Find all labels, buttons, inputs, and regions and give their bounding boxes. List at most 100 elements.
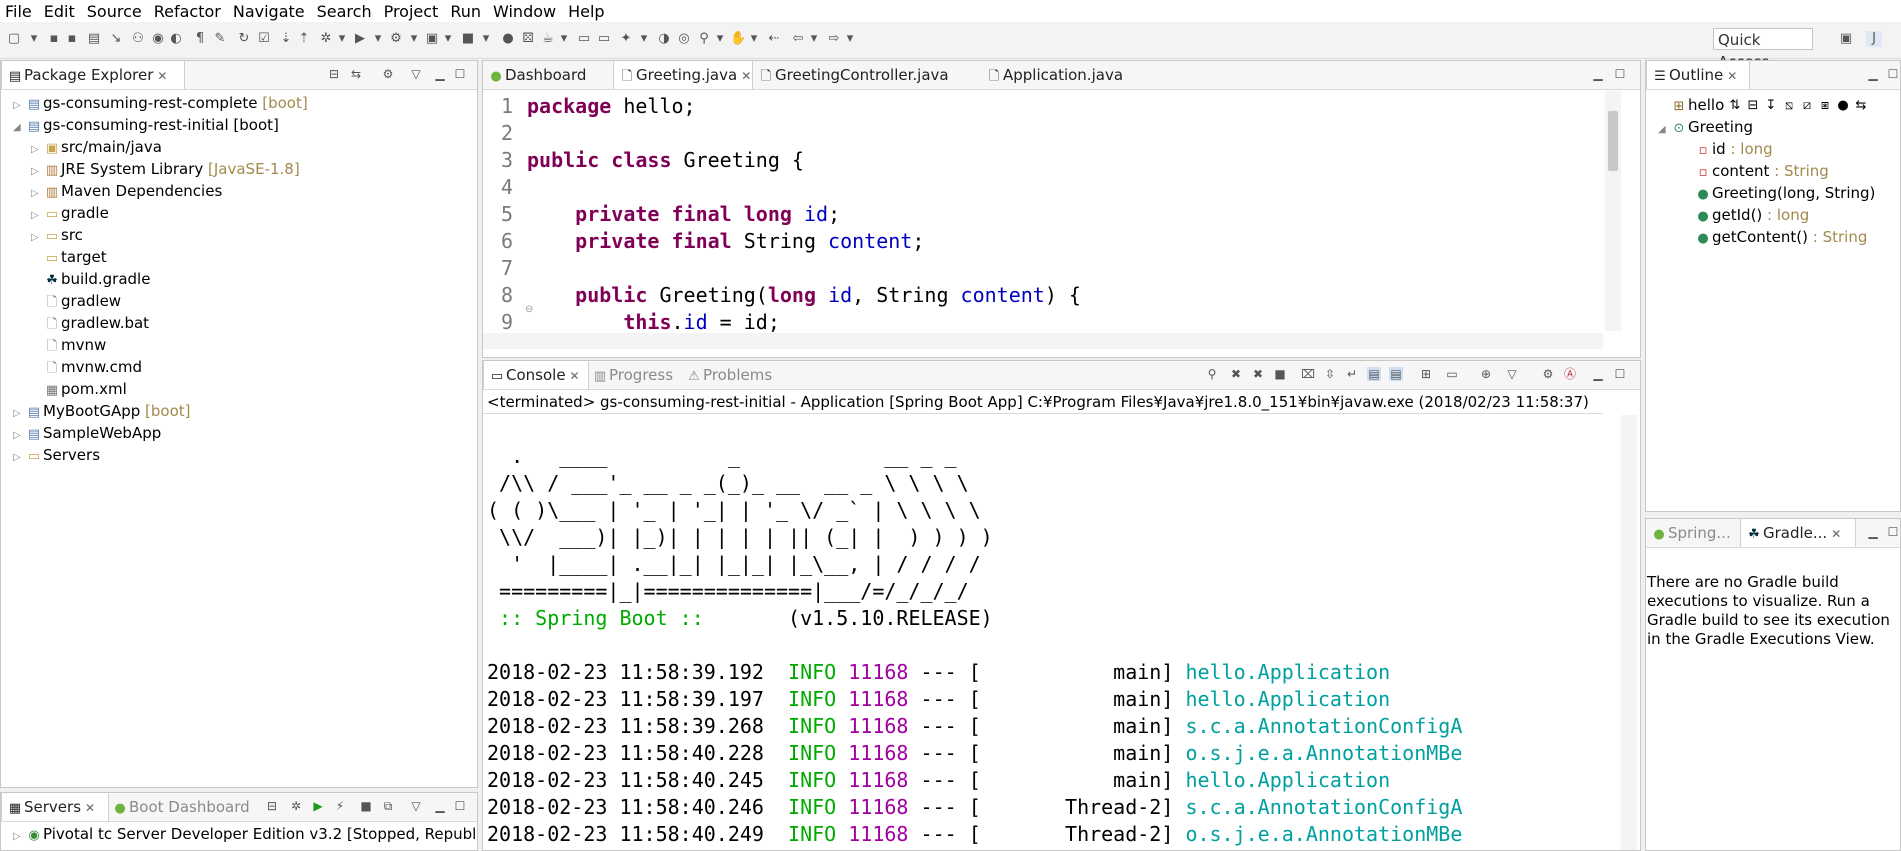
tree-item[interactable]: ▭ target — [31, 246, 107, 268]
dropdown-icon[interactable]: ▾ — [806, 31, 822, 47]
console-vertical-scrollbar[interactable] — [1621, 415, 1637, 850]
browse-icon[interactable]: ◑ — [656, 31, 672, 47]
coverage-icon[interactable]: ▣ — [424, 31, 440, 47]
pin-icon[interactable]: ⚲ — [1205, 367, 1219, 381]
tree-item[interactable]: ▷ ▤ SampleWebApp — [13, 422, 161, 444]
collapse-all-icon[interactable]: ⊟ — [327, 67, 341, 81]
outline-item[interactable]: ▫ id : long — [1694, 138, 1773, 160]
dropdown-icon[interactable]: ▾ — [842, 31, 858, 47]
minimize-icon[interactable]: ▁ — [433, 67, 447, 81]
dropdown-icon[interactable]: ▾ — [440, 31, 456, 47]
editor-vertical-scrollbar[interactable] — [1605, 91, 1621, 331]
view-menu-icon[interactable]: ▽ — [409, 799, 423, 813]
minimize-icon[interactable]: ▁ — [1591, 367, 1605, 381]
outline-item[interactable]: ● Greeting(long, String) — [1694, 182, 1875, 204]
menu-refactor[interactable]: Refactor — [149, 2, 228, 21]
expand-arrow-icon[interactable]: ◢ — [1658, 119, 1670, 141]
profile-icon[interactable]: ⚡ — [333, 799, 347, 813]
tree-item[interactable]: ☘ build.gradle — [31, 268, 150, 290]
globe-icon[interactable]: ◎ — [676, 31, 692, 47]
open-type-icon[interactable]: ◉ — [150, 31, 166, 47]
view-menu-icon[interactable]: ▽ — [1505, 367, 1519, 381]
tree-item[interactable]: ◢ ▤ gs-consuming-rest-initial [boot] — [13, 114, 279, 136]
wand-icon[interactable]: ✦ — [618, 31, 634, 47]
dropdown-icon[interactable]: ▾ — [636, 31, 652, 47]
maximize-icon[interactable]: ☐ — [1886, 525, 1900, 539]
hide-local-types-icon[interactable]: ● — [1834, 98, 1852, 113]
code-editor[interactable]: 1 package hello; 2 3 public class Greeting… — [483, 91, 1603, 334]
open-perspective-icon[interactable]: ▣ — [1838, 31, 1854, 47]
tab-package-explorer[interactable]: ▤ Package Explorer ✕ — [1, 61, 185, 89]
expand-arrow-icon[interactable]: ▷ — [13, 826, 25, 848]
minimize-icon[interactable]: ▁ — [433, 799, 447, 813]
java-perspective-icon[interactable]: J — [1866, 31, 1882, 47]
remove-all-icon[interactable]: ✖ — [1251, 367, 1265, 381]
forward-icon[interactable]: ⇨ — [826, 31, 842, 47]
scroll-lock-icon[interactable]: ⇳ — [1323, 367, 1337, 381]
menu-file[interactable]: File — [0, 2, 39, 21]
tree-item[interactable]: ▷ ▥ JRE System Library [JavaSE-1.8] — [31, 158, 300, 180]
menu-edit[interactable]: Edit — [39, 2, 82, 21]
expand-arrow-icon[interactable]: ▷ — [13, 447, 25, 469]
show-stdout-icon[interactable]: ▤ — [1367, 367, 1381, 381]
word-wrap-icon[interactable]: ↵ — [1345, 367, 1359, 381]
tree-item[interactable]: 🗋 gradlew — [31, 290, 121, 312]
save-icon[interactable]: ▪ — [46, 31, 62, 47]
new-console-icon[interactable]: ⊕ — [1479, 367, 1493, 381]
task-icon[interactable]: ☑ — [256, 31, 272, 47]
view-menu-icon[interactable]: ▽ — [409, 67, 423, 81]
hide-nonpublic-icon[interactable]: ⧆ — [1816, 98, 1834, 113]
menu-navigate[interactable]: Navigate — [228, 2, 312, 21]
dropdown-icon[interactable]: ▾ — [556, 31, 572, 47]
menu-source[interactable]: Source — [82, 2, 149, 21]
tab-greeting-java[interactable]: 🗋 Greeting.java ✕ — [613, 61, 753, 89]
clear-console-icon[interactable]: ⌧ — [1301, 367, 1315, 381]
debug-icon[interactable]: ✲ — [289, 799, 303, 813]
tab-boot-dashboard[interactable]: ● Boot Dashboard — [107, 793, 249, 821]
editor-horizontal-scrollbar[interactable] — [483, 333, 1603, 349]
prev-annotation-icon[interactable]: ⇡ — [296, 31, 312, 47]
run-icon[interactable]: ▶ — [352, 31, 368, 47]
next-annotation-icon[interactable]: ⇣ — [278, 31, 294, 47]
minimize-icon[interactable]: ▁ — [1591, 67, 1605, 81]
tree-item[interactable]: ▷ ▭ Servers — [13, 444, 100, 466]
dropdown-icon[interactable]: ▾ — [478, 31, 494, 47]
menu-project[interactable]: Project — [379, 2, 446, 21]
pin-icon[interactable]: ⚲ — [696, 31, 712, 47]
sort-alpha-icon[interactable]: ↧ — [1762, 98, 1780, 113]
minimize-icon[interactable]: ▁ — [1866, 525, 1880, 539]
outline-item[interactable]: ⊞ hello — [1670, 94, 1725, 116]
tab-servers[interactable]: ▦ Servers ✕ — [1, 793, 109, 821]
outline-item[interactable]: ● getContent() : String — [1694, 226, 1867, 248]
start-icon[interactable]: ▶ — [311, 799, 325, 813]
remove-launch-icon[interactable]: ✖ — [1229, 367, 1243, 381]
menu-help[interactable]: Help — [563, 2, 611, 21]
dropdown-icon[interactable]: ▾ — [370, 31, 386, 47]
menu-run[interactable]: Run — [445, 2, 488, 21]
quick-access-input[interactable]: Quick Access — [1713, 28, 1813, 71]
search-icon[interactable]: ✎ — [212, 31, 228, 47]
tree-item[interactable]: ▷ ▤ gs-consuming-rest-complete [boot] — [13, 92, 308, 114]
spring-boot-icon[interactable]: Ⓐ — [1563, 367, 1577, 381]
link-icon[interactable]: ⚇ — [130, 31, 146, 47]
tab-progress[interactable]: ▥ Progress — [587, 361, 673, 389]
tab-outline[interactable]: ☰ Outline ✕ — [1646, 61, 1750, 89]
print-icon[interactable]: ▤ — [86, 31, 102, 47]
dropdown-icon[interactable]: ▾ — [334, 31, 350, 47]
outline-item[interactable]: ● getId() : long — [1694, 204, 1809, 226]
expand-arrow-icon[interactable]: ◢ — [13, 117, 25, 139]
menu-window[interactable]: Window — [488, 2, 563, 21]
close-icon[interactable]: ✕ — [157, 69, 167, 83]
tab-greeting-controller[interactable]: 🗋 GreetingController.java — [753, 61, 949, 89]
tab-application-java[interactable]: 🗋 Application.java — [981, 61, 1123, 89]
relaunch-icon[interactable]: ⚄ — [520, 31, 536, 47]
display-console-icon[interactable]: ▭ — [1445, 367, 1459, 381]
tab-spring[interactable]: ● Spring... — [1646, 519, 1742, 547]
outline-item[interactable]: ◢ ⊙ Greeting — [1658, 116, 1753, 138]
dropdown-icon[interactable]: ▾ — [406, 31, 422, 47]
toggle-mark-icon[interactable]: ¶ — [192, 31, 208, 47]
new-java-icon[interactable]: ☕ — [540, 31, 556, 47]
filter-icon[interactable]: ⚙ — [381, 67, 395, 81]
stop-icon[interactable]: ■ — [359, 799, 373, 813]
tree-item[interactable]: 🗋 mvnw.cmd — [31, 356, 142, 378]
